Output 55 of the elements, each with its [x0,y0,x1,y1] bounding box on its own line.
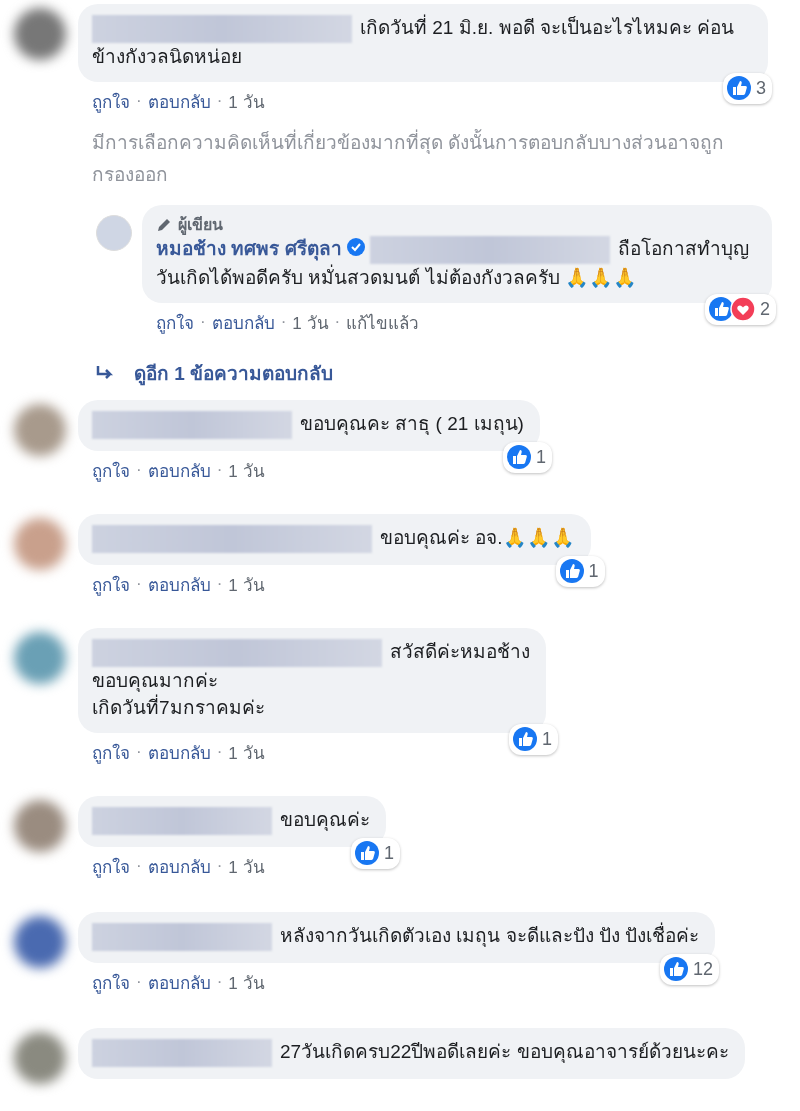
reaction-count[interactable]: 3 [723,73,772,104]
separator-dot: · [280,312,287,333]
avatar[interactable] [14,799,66,852]
like-link[interactable]: ถูกใจ [92,570,130,598]
timestamp: 1 วัน [228,856,265,879]
separator-dot: · [216,856,223,877]
separator-dot: · [200,312,206,333]
separator-dot: · [334,312,341,333]
separator-dot: · [216,91,223,112]
separator-dot: · [136,574,142,595]
reply-link[interactable]: ตอบกลับ [147,738,211,766]
avatar[interactable] [14,631,66,684]
reaction-count[interactable]: 1 [509,723,558,755]
separator-dot: · [216,742,223,763]
avatar[interactable] [14,8,66,60]
reply-link[interactable]: ตอบกลับ [147,88,211,115]
separator-dot: · [216,574,223,595]
avatar[interactable] [14,1031,66,1084]
reply-link[interactable]: ตอบกลับ [147,968,211,996]
reply-link[interactable]: ตอบกลับ [211,308,275,336]
reaction-count[interactable]: 2 [705,293,776,325]
reply-link[interactable]: ตอบกลับ [147,852,211,880]
reaction-count[interactable]: 1 [555,555,605,587]
avatar[interactable] [14,915,66,968]
reaction-count[interactable]: 1 [502,441,552,473]
more-replies-link[interactable]: ดูอีก 1 ข้อความตอบกลับ [134,357,334,388]
reaction-count[interactable]: 12 [660,953,720,985]
timestamp: 1 วัน [292,312,329,335]
like-link[interactable]: ถูกใจ [92,88,130,115]
timestamp: 1 วัน [228,92,265,114]
separator-dot: · [216,460,223,481]
like-link[interactable]: ถูกใจ [92,968,130,996]
edited-label: แก้ไขแล้ว [346,312,420,335]
like-link[interactable]: ถูกใจ [92,456,130,484]
like-link[interactable]: ถูกใจ [92,738,130,766]
separator-dot: · [216,972,223,993]
timestamp: 1 วัน [228,742,265,765]
reaction-count[interactable]: 1 [351,837,400,869]
avatar[interactable] [14,403,66,456]
separator-dot: · [136,91,142,112]
timestamp: 1 วัน [228,460,265,483]
timestamp: 1 วัน [228,972,265,995]
reply-link[interactable]: ตอบกลับ [147,570,211,598]
like-link[interactable]: ถูกใจ [92,852,130,880]
separator-dot: · [136,460,142,481]
separator-dot: · [136,742,142,763]
comment-bubble: 27วันเกิดครบ22ปีพอดีเลยค่ะ ขอบคุณอาจารย์ด้วยนะคะ [78,1027,745,1079]
timestamp: 1 วัน [228,574,265,597]
separator-dot: · [136,856,142,877]
filter-notice: มีการเลือกความคิดเห็นที่เกี่ยวข้องมากที่สุด ดังนั้นการตอบกลับบางส่วนอาจถูกกรองออก [0,115,800,191]
avatar[interactable] [14,517,66,570]
separator-dot: · [136,972,142,993]
reply-link[interactable]: ตอบกลับ [147,456,211,484]
pencil-icon [156,217,172,233]
like-link[interactable]: ถูกใจ [156,308,194,336]
